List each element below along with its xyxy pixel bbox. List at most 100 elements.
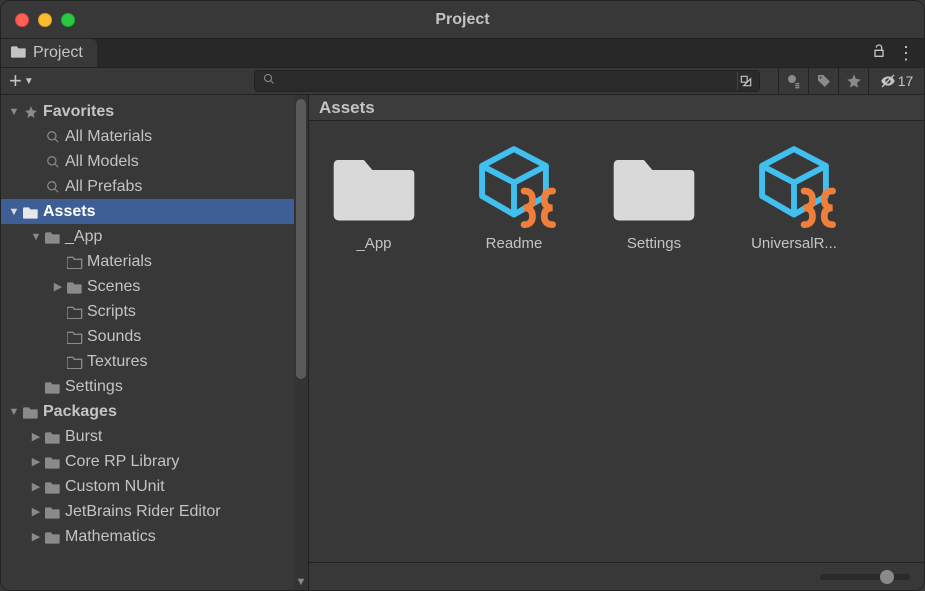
tree-row-label: All Materials	[63, 128, 152, 146]
folder-fill-icon	[43, 480, 63, 494]
tree-row-label: Assets	[41, 203, 95, 221]
lock-icon[interactable]	[871, 43, 887, 64]
expand-arrow-icon[interactable]: ▼	[7, 106, 21, 118]
folder-fill-icon	[65, 280, 85, 294]
search-icon	[43, 130, 63, 144]
filter-by-type-button[interactable]	[778, 68, 808, 94]
grid-item[interactable]: _App	[319, 147, 429, 252]
tree-row[interactable]: Scripts	[1, 299, 308, 324]
slider-knob[interactable]	[880, 570, 894, 584]
search-icon	[43, 155, 63, 169]
tree-row-label: Scripts	[85, 303, 136, 321]
tree-row[interactable]: Sounds	[1, 324, 308, 349]
tree-row-label: Custom NUnit	[63, 478, 165, 496]
tree-row-label: Packages	[41, 403, 117, 421]
project-window: Project Project ⋮ + ▼	[0, 0, 925, 591]
close-window-button[interactable]	[15, 13, 29, 27]
tree-row[interactable]: ▶ Core RP Library	[1, 449, 308, 474]
minimize-window-button[interactable]	[38, 13, 52, 27]
folder-icon	[21, 405, 41, 419]
grid-item-label: _App	[319, 235, 429, 252]
tree-row-label: Materials	[85, 253, 152, 271]
expand-arrow-icon[interactable]: ▶	[29, 530, 43, 543]
expand-arrow-icon[interactable]: ▶	[51, 280, 65, 293]
folder-outline-icon	[65, 255, 85, 269]
folder-fill-icon	[43, 530, 63, 544]
tree-row[interactable]: ▶ Mathematics	[1, 524, 308, 549]
breadcrumb[interactable]: Assets	[309, 95, 924, 121]
expand-arrow-icon[interactable]: ▼	[7, 406, 21, 418]
create-dropdown[interactable]: + ▼	[1, 70, 34, 92]
tree-row-label: Scenes	[85, 278, 140, 296]
plus-icon: +	[9, 70, 22, 92]
favorites-filter-button[interactable]	[838, 68, 868, 94]
tree-row[interactable]: ▼ Assets	[1, 199, 308, 224]
search-icon	[263, 72, 275, 90]
project-tab-icon	[11, 44, 27, 63]
scrollbar-thumb[interactable]	[296, 99, 306, 379]
zoom-window-button[interactable]	[61, 13, 75, 27]
folder-outline-icon	[65, 305, 85, 319]
folder-fill-icon	[43, 455, 63, 469]
tree-row[interactable]: Settings	[1, 374, 308, 399]
expand-arrow-icon[interactable]: ▶	[29, 505, 43, 518]
grid-item-label: Settings	[599, 235, 709, 252]
folder-fill-icon	[43, 230, 63, 244]
grid-item[interactable]: Settings	[599, 147, 709, 252]
tree-row[interactable]: ▶ Scenes	[1, 274, 308, 299]
scriptable-object-icon	[752, 147, 836, 225]
tree-row[interactable]: ▼ Packages	[1, 399, 308, 424]
expand-arrow-icon[interactable]: ▼	[7, 206, 21, 218]
traffic-lights	[1, 13, 75, 27]
grid-item[interactable]: Readme	[459, 147, 569, 252]
tree-row-label: _App	[63, 228, 102, 246]
star-icon	[21, 105, 41, 119]
grid-size-slider[interactable]	[820, 574, 910, 580]
tree-row[interactable]: ▼ _App	[1, 224, 308, 249]
tree-row[interactable]: All Materials	[1, 124, 308, 149]
tree-row[interactable]: ▶Burst	[1, 424, 308, 449]
folder-fill-icon	[43, 505, 63, 519]
tree-row-label: Core RP Library	[63, 453, 179, 471]
grid-item-label: Readme	[459, 235, 569, 252]
grid-item[interactable]: UniversalR...	[739, 147, 849, 252]
hidden-count-button[interactable]: 17	[868, 68, 924, 94]
expand-arrow-icon[interactable]: ▶	[29, 430, 43, 443]
tab-project[interactable]: Project	[1, 39, 97, 67]
folder-icon	[612, 147, 696, 225]
tree-row-label: JetBrains Rider Editor	[63, 503, 221, 521]
sidebar-scrollbar[interactable]: ▼	[294, 95, 308, 590]
expand-arrow-icon[interactable]: ▶	[29, 455, 43, 468]
tree-row-label: All Prefabs	[63, 178, 142, 196]
breadcrumb-label: Assets	[319, 98, 375, 118]
search-field[interactable]	[254, 70, 760, 92]
folder-fill-icon	[43, 380, 63, 394]
tree-row[interactable]: ▶ JetBrains Rider Editor	[1, 499, 308, 524]
tree-row[interactable]: Textures	[1, 349, 308, 374]
tree-row[interactable]: Materials	[1, 249, 308, 274]
search-input[interactable]	[281, 74, 731, 89]
tree-row-label: All Models	[63, 153, 139, 171]
tree-row[interactable]: All Models	[1, 149, 308, 174]
scriptable-object-icon	[472, 147, 556, 225]
tab-bar: Project ⋮	[1, 39, 924, 67]
search-icon	[43, 180, 63, 194]
tree-row-label: Mathematics	[63, 528, 156, 546]
tree-row-label: Textures	[85, 353, 147, 371]
tree-row[interactable]: ▼Favorites	[1, 99, 308, 124]
filter-by-label-button[interactable]	[808, 68, 838, 94]
titlebar: Project	[1, 1, 924, 39]
hidden-count-value: 17	[898, 73, 914, 89]
search-scope-icon[interactable]	[737, 72, 755, 90]
tab-label: Project	[33, 44, 83, 62]
expand-arrow-icon[interactable]: ▼	[29, 231, 43, 243]
folder-fill-icon	[43, 430, 63, 444]
tab-menu-icon[interactable]: ⋮	[897, 44, 914, 62]
folder-icon	[332, 147, 416, 225]
tree-row[interactable]: ▶ Custom NUnit	[1, 474, 308, 499]
window-title: Project	[1, 11, 924, 29]
scroll-down-icon[interactable]: ▼	[294, 576, 308, 588]
expand-arrow-icon[interactable]: ▶	[29, 480, 43, 493]
tree-row[interactable]: All Prefabs	[1, 174, 308, 199]
grid-footer	[309, 562, 924, 590]
